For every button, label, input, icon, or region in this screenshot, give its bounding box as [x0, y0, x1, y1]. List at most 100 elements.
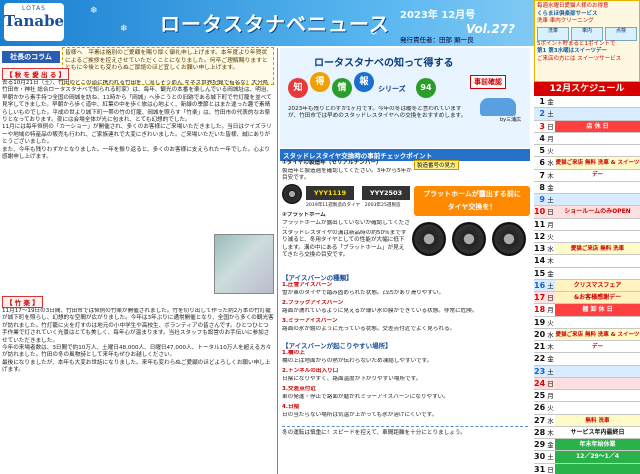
promo-line: 第1 第3水曜はスイーツデー — [537, 48, 607, 54]
schedule-day-number: 11 — [534, 219, 546, 229]
schedule-weekday: 火 — [547, 404, 554, 413]
danger-1: 1.橋の上 — [282, 350, 305, 356]
schedule-event: 愛猫ご来店 無料 洗車 — [555, 243, 640, 255]
ice-type-3: 3.ミラーアイスバーン — [282, 318, 338, 324]
schedule-weekday: 火 — [547, 232, 554, 241]
schedule-day-number: 14 — [534, 256, 546, 266]
schedule-day-number: 2 — [539, 109, 545, 119]
schedule-row: 4月 — [534, 133, 640, 145]
schedule-event — [555, 378, 640, 389]
schedule-row: 3日店 休 日 — [534, 120, 640, 133]
schedule-day-number: 23 — [534, 366, 546, 376]
tire-icon — [412, 222, 446, 256]
schedule-event: クリスマスフェア — [555, 279, 640, 291]
schedule-weekday: 水 — [547, 245, 554, 253]
schedule-weekday: 火 — [547, 318, 554, 327]
schedule-row: 7木 — [534, 170, 640, 182]
danger-places-heading: 【アイスバーンが起こりやすい場所】 — [282, 342, 392, 350]
newsletter-title: ロータスタナベニュース — [160, 12, 390, 36]
danger-1-desc: 橋の上は地面からの熱が伝わらないため凍結しやすいです。 — [282, 358, 433, 364]
tips-intro: 2023年も残りとわずか1ヶ月です。今年の冬は暖冬と言われていますが、竹田市では… — [288, 106, 467, 120]
schedule-row: 9土 — [534, 194, 640, 207]
schedule-row: 29 金年末年始休業 — [534, 439, 640, 452]
schedule-day-number: 27 — [534, 415, 546, 425]
tips-closing: 冬の運転は慎重に！スピードを控えて、車間距離を十分にとりましょう。 — [282, 426, 528, 466]
schedule-row: 22 金 — [534, 353, 640, 366]
issue-date: 2023年 12月号 — [400, 10, 476, 21]
schedule-event — [555, 402, 640, 413]
schedule-row: 10 日 ショールームのみOPEN — [534, 206, 640, 219]
schedule-event — [555, 96, 640, 107]
schedule-day-number: 7 — [539, 170, 545, 180]
schedule-event: サービス年内最終日 — [570, 428, 625, 436]
schedule-event — [555, 231, 640, 242]
schedule-day-number: 4 — [539, 133, 545, 143]
schedule-weekday: 水 — [547, 330, 554, 339]
promo-service-chip: 点検 — [605, 26, 637, 41]
schedule-row: 18 月棚 卸 休 日 — [534, 304, 640, 317]
schedule-event — [555, 390, 640, 401]
schedule-weekday: 月 — [547, 134, 554, 143]
schedule-row: 20 水愛猫ご来店 無料 洗車 & スイーツデー — [534, 328, 640, 350]
ice-type-1-desc: 雪が車のタイヤで踏み固められた状態。凸凹があり滑りやすい。 — [282, 290, 445, 296]
autumn-article: 去る10月21日（土）、竹田のどこの道に携われる竹田を（ 流しそうめん ギネス世… — [2, 80, 272, 161]
schedule-day-number: 5 — [539, 146, 545, 155]
platform-alert-line: タイヤ交換を！ — [447, 203, 497, 211]
ice-type-1: 1.圧雪アイスバーン — [282, 282, 333, 288]
schedule-weekday: 土 — [547, 367, 554, 376]
schedule-event — [555, 219, 640, 230]
schedule-event: 年末年始休業 — [555, 439, 640, 451]
schedule-weekday: 月 — [547, 392, 554, 400]
schedule-weekday: 金 — [547, 355, 554, 364]
car-illustration-icon — [480, 98, 516, 116]
serial-howto-label: 製造番号の見方 — [414, 160, 459, 170]
schedule-day-number: 18 — [534, 305, 546, 315]
schedule-weekday: 月 — [547, 306, 554, 315]
schedule-day-number: 12 — [534, 231, 546, 241]
series-label: シリーズ — [378, 85, 406, 93]
schedule-row: 21 木 — [534, 341, 640, 354]
snowflake-icon: ❄ — [90, 6, 98, 16]
schedule-event — [555, 366, 640, 377]
schedule-weekday: 日 — [547, 294, 554, 302]
schedule-weekday: 水 — [547, 159, 554, 168]
schedule-weekday: 日 — [547, 122, 554, 131]
schedule-row: 30 土 12／29〜1／4 — [534, 451, 640, 464]
tips-char-badge: 情 — [332, 78, 352, 98]
schedule-row: 14 木 — [534, 255, 640, 268]
check2-title: ②プラットホーム — [282, 212, 326, 218]
schedule-event: 12／29〜1／4 — [555, 451, 640, 463]
schedule-event — [555, 268, 640, 279]
schedule-day-number: 19 — [534, 317, 546, 327]
schedule-row: 25 月 — [534, 390, 640, 403]
schedule-weekday: 金 — [547, 441, 554, 449]
schedule-row: 12 火 — [534, 231, 640, 243]
schedule-weekday: 日 — [547, 379, 554, 388]
schedule-day-number: 28 — [534, 427, 546, 437]
schedule-day-number: 17 — [534, 293, 546, 302]
schedule-event: 愛猫ご来店 無料 洗車 & スイーツデー — [555, 328, 640, 350]
chikuraku-photo — [214, 234, 274, 294]
schedule-weekday: 日 — [547, 208, 554, 217]
schedule-weekday: 木 — [547, 171, 554, 180]
platform-alert-line: プラットホームが露出する前に — [423, 190, 521, 198]
schedule-event — [555, 353, 640, 364]
danger-3: 3.交差点付近 — [282, 386, 316, 392]
schedule-weekday: 日 — [547, 465, 554, 474]
autumn-heading: 【 秋 を 愛 出 る 】 — [2, 68, 70, 80]
danger-4-desc: 日の当たらない場所は気温が上がっても氷が溶けにくいです。 — [282, 412, 438, 418]
schedule-header: 12月スケジュール — [534, 82, 640, 96]
schedule-day-number: 31 — [534, 464, 546, 474]
schedule-event — [555, 133, 640, 144]
schedule-day-number: 1 — [539, 97, 545, 106]
schedule-row: 31 日 — [534, 463, 640, 474]
schedule-day-number: 22 — [534, 354, 546, 364]
check1-title: ①タイヤの製造年（セリアルナンバー） — [282, 160, 382, 166]
logo-small-text: LOTAS — [22, 5, 46, 12]
schedule-day-number: 9 — [539, 195, 545, 204]
schedule-weekday: 土 — [547, 281, 554, 290]
schedule-row: 8金 — [534, 182, 640, 194]
schedule-weekday: 木 — [547, 428, 554, 437]
schedule-row: 28 木 サービス年内最終日 — [534, 427, 640, 439]
schedule-row: 13 水愛猫ご来店 無料 洗車 — [534, 243, 640, 256]
